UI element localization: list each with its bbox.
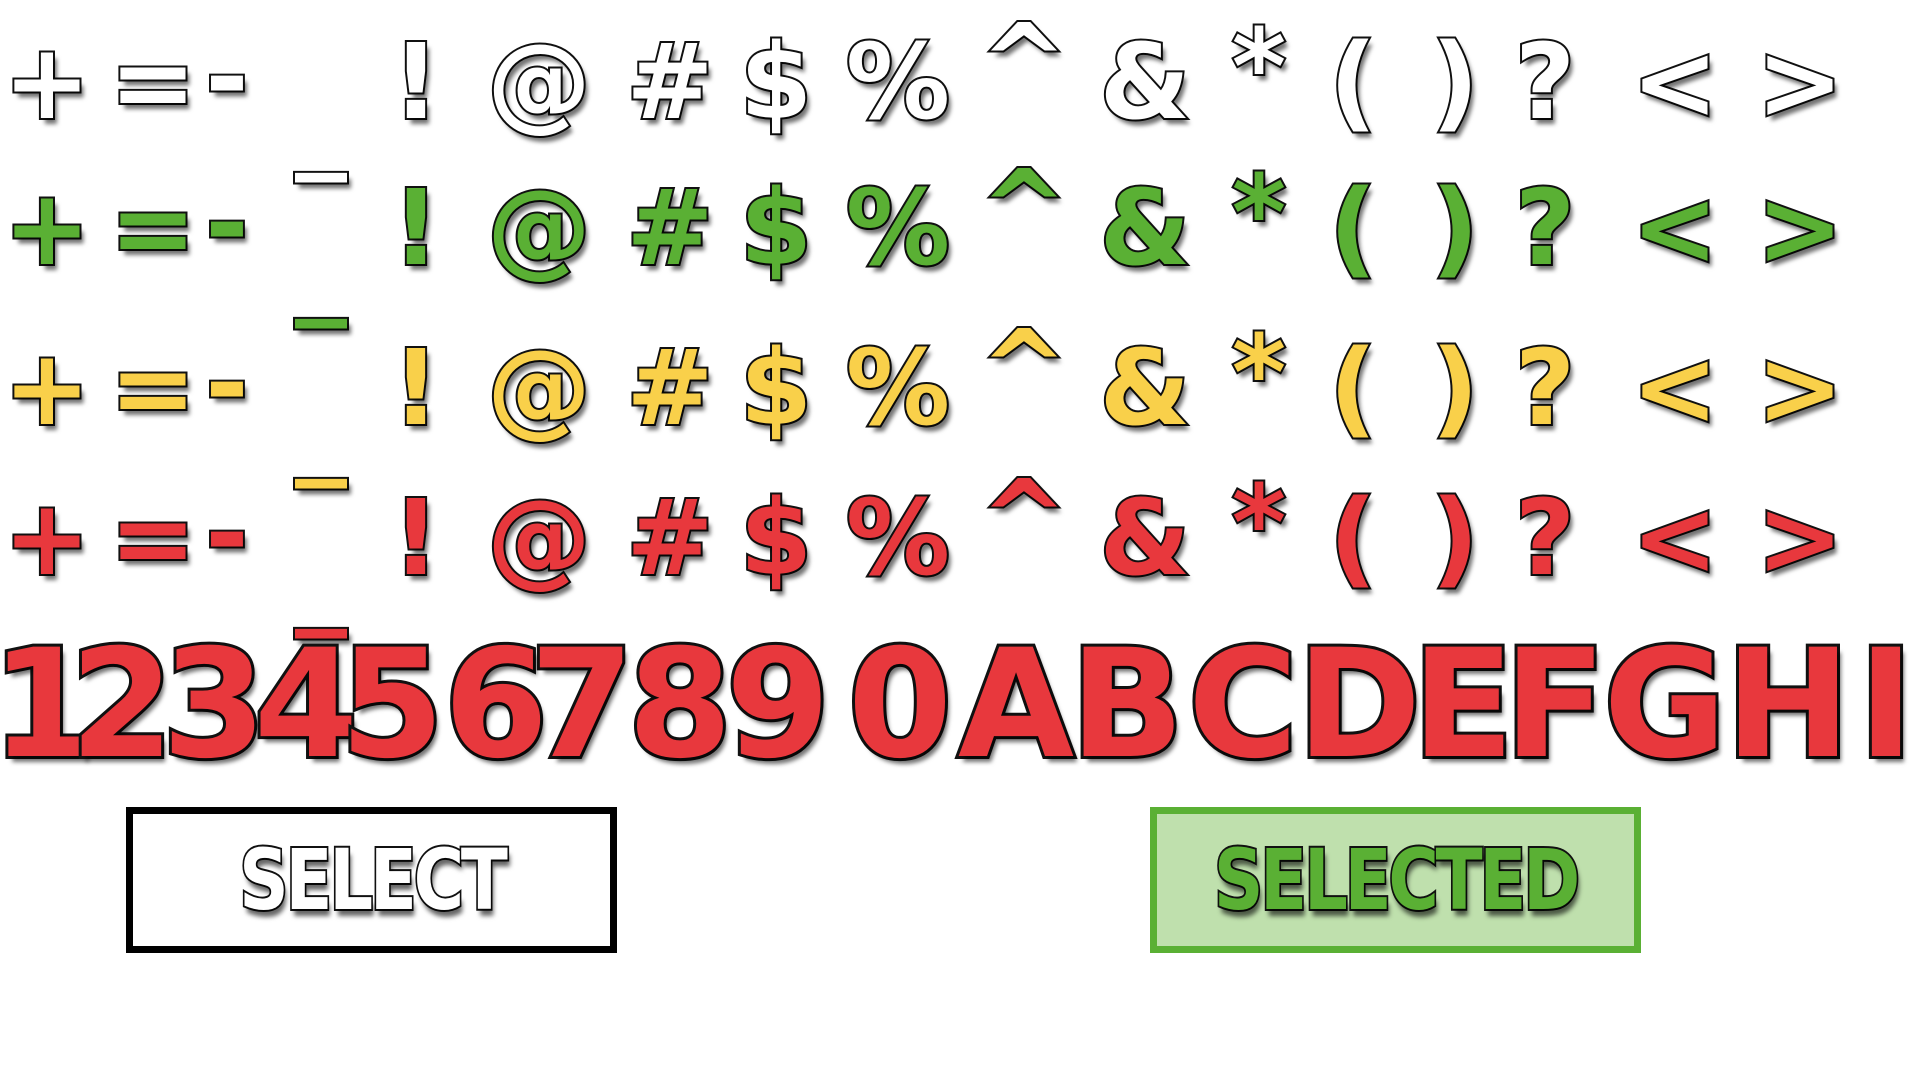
character-glyph: I — [1855, 618, 1917, 792]
symbol-glyph: @ — [485, 21, 593, 143]
symbol-glyph: - — [203, 162, 250, 284]
symbol-glyph: < — [1629, 477, 1720, 599]
symbol-glyph: ) — [1429, 167, 1480, 289]
symbol-glyph: # — [624, 21, 715, 143]
symbol-glyph: & — [1098, 167, 1193, 289]
symbol-glyph: ! — [390, 21, 441, 143]
symbol-glyph: * — [1230, 152, 1288, 274]
symbol-glyph: ! — [390, 477, 441, 599]
symbol-glyph: ( — [1327, 21, 1378, 143]
character-glyph: 9 — [723, 618, 833, 792]
symbol-glyph: % — [844, 327, 952, 449]
symbol-glyph: % — [844, 477, 952, 599]
character-glyph: 2 — [67, 618, 177, 792]
symbol-glyph: & — [1098, 477, 1193, 599]
symbol-glyph: ^ — [978, 1, 1069, 123]
symbol-glyph: > — [1754, 477, 1845, 599]
character-glyph: 8 — [625, 618, 735, 792]
symbol-glyph: $ — [738, 327, 814, 449]
symbol-glyph: - — [203, 472, 250, 594]
symbol-glyph: ( — [1327, 167, 1378, 289]
symbol-glyph: > — [1754, 167, 1845, 289]
character-glyph: 0 — [845, 618, 955, 792]
symbol-glyph: _ — [293, 367, 349, 489]
symbol-glyph: @ — [485, 477, 593, 599]
symbol-glyph: % — [844, 167, 952, 289]
symbol-glyph: ? — [1513, 21, 1577, 143]
symbol-glyph: - — [203, 16, 250, 138]
symbol-glyph: ( — [1327, 477, 1378, 599]
select-button[interactable]: SELECT — [126, 807, 617, 953]
symbol-glyph: $ — [738, 167, 814, 289]
character-glyph: A — [955, 618, 1077, 792]
character-glyph: H — [1722, 618, 1854, 792]
select-button-label: SELECT — [237, 829, 509, 931]
symbol-glyph: $ — [738, 21, 814, 143]
character-glyph: F — [1501, 618, 1609, 792]
symbol-glyph: < — [1629, 21, 1720, 143]
character-glyph: 7 — [527, 618, 637, 792]
symbol-glyph: - — [203, 322, 250, 444]
symbol-glyph: * — [1230, 312, 1288, 434]
symbol-glyph: > — [1754, 327, 1845, 449]
symbol-glyph: # — [624, 327, 715, 449]
symbol-glyph: ) — [1429, 327, 1480, 449]
symbol-glyph: + — [1, 477, 92, 599]
character-glyph: G — [1600, 618, 1729, 792]
character-glyph: 3 — [159, 618, 269, 792]
symbol-glyph: ? — [1513, 167, 1577, 289]
symbol-glyph: ! — [390, 167, 441, 289]
symbol-glyph: ( — [1327, 327, 1378, 449]
symbol-glyph: ^ — [978, 147, 1069, 269]
character-glyph: E — [1409, 618, 1517, 792]
symbol-glyph: ? — [1513, 327, 1577, 449]
symbol-glyph: ^ — [978, 457, 1069, 579]
symbol-glyph: * — [1230, 6, 1288, 128]
symbol-glyph: _ — [293, 207, 349, 329]
symbol-glyph: ! — [390, 327, 441, 449]
symbol-glyph: @ — [485, 327, 593, 449]
symbol-glyph: = — [107, 477, 198, 599]
symbol-glyph: _ — [293, 61, 349, 183]
selected-button-label: SELECTED — [1212, 829, 1582, 931]
symbol-glyph: ) — [1429, 21, 1480, 143]
character-glyph: D — [1294, 618, 1424, 792]
symbol-glyph: ) — [1429, 477, 1480, 599]
symbol-glyph: & — [1098, 327, 1193, 449]
symbol-glyph: # — [624, 477, 715, 599]
character-glyph: B — [1067, 618, 1187, 792]
symbol-glyph: + — [1, 21, 92, 143]
symbol-glyph: % — [844, 21, 952, 143]
symbol-glyph: + — [1, 327, 92, 449]
symbol-glyph: & — [1098, 21, 1193, 143]
symbol-glyph: = — [107, 327, 198, 449]
symbol-glyph: ? — [1513, 477, 1577, 599]
symbol-glyph: ^ — [978, 307, 1069, 429]
symbol-glyph: = — [107, 21, 198, 143]
symbol-glyph: < — [1629, 167, 1720, 289]
symbol-glyph: < — [1629, 327, 1720, 449]
selected-button[interactable]: SELECTED — [1150, 807, 1641, 953]
symbol-glyph: # — [624, 167, 715, 289]
symbol-glyph: + — [1, 167, 92, 289]
symbol-glyph: @ — [485, 167, 593, 289]
character-glyph: 5 — [337, 618, 447, 792]
symbol-glyph: > — [1754, 21, 1845, 143]
symbol-glyph: = — [107, 167, 198, 289]
character-glyph: C — [1185, 618, 1301, 792]
symbol-glyph: $ — [738, 477, 814, 599]
symbol-glyph: _ — [293, 517, 349, 639]
symbol-glyph: * — [1230, 462, 1288, 584]
